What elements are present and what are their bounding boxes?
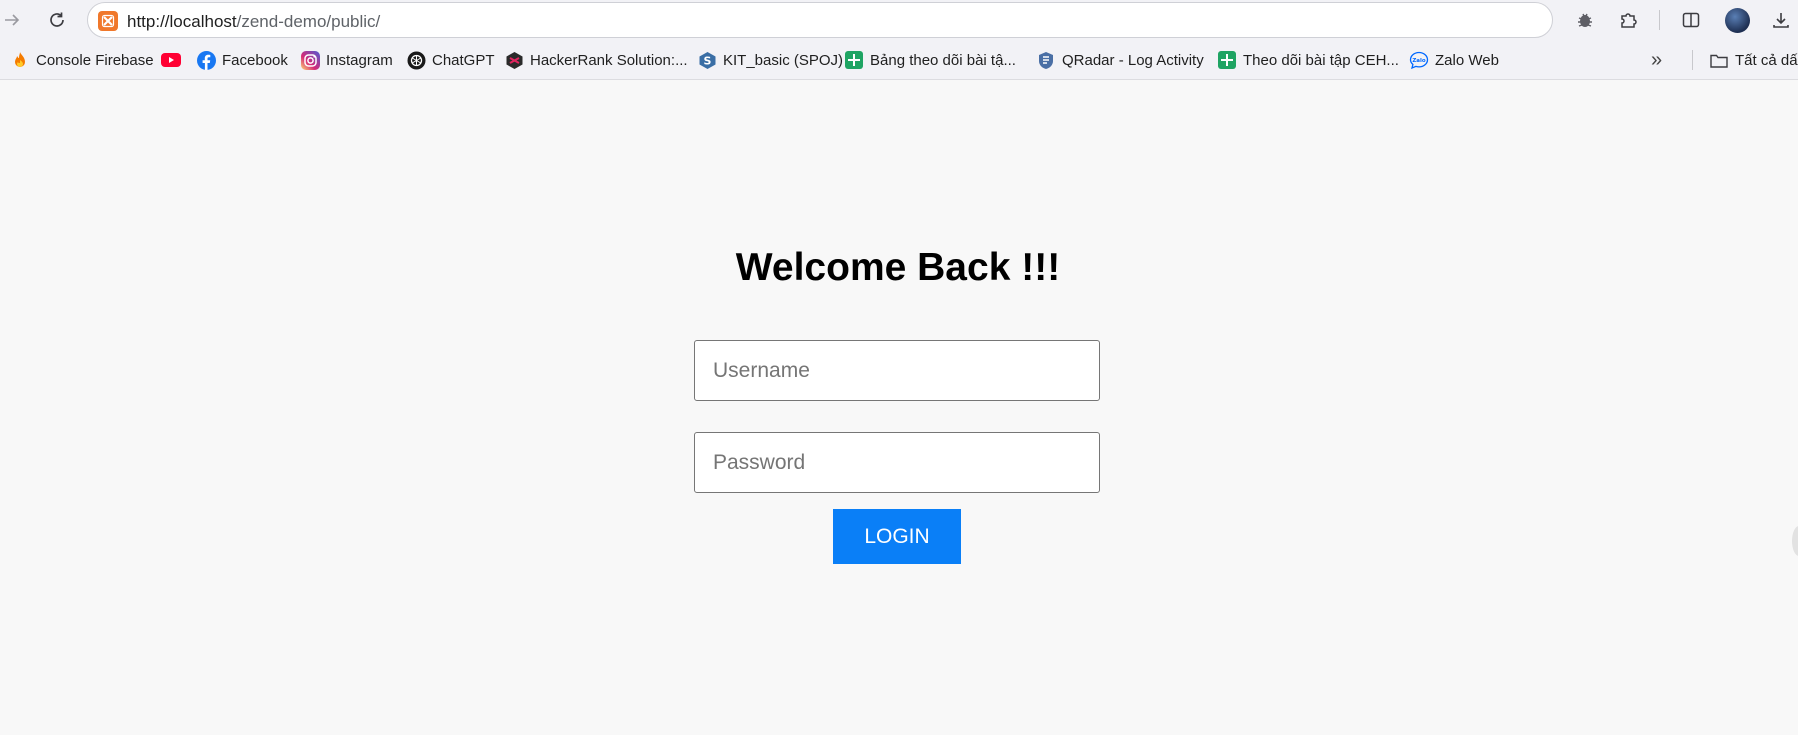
welcome-heading: Welcome Back !!! xyxy=(735,246,1061,289)
svg-text:S: S xyxy=(703,54,711,67)
bookmark-hackerrank[interactable]: HackerRank Solution:... xyxy=(504,49,688,71)
bookmark-instagram[interactable]: Instagram xyxy=(300,49,393,71)
bookmark-label: KIT_basic (SPOJ) xyxy=(723,51,844,69)
address-bar[interactable]: http://localhost/zend-demo/public/ xyxy=(87,2,1553,38)
facebook-icon xyxy=(196,50,216,70)
bookmark-label: Bảng theo dõi bài tậ... xyxy=(870,51,1016,69)
download-icon xyxy=(1773,13,1789,28)
reload-button[interactable] xyxy=(45,8,69,32)
zalo-icon-text: Zalo xyxy=(1412,58,1426,64)
bookmark-zalo-web[interactable]: Zalo Zalo Web xyxy=(1409,49,1499,71)
bookmark-label: HackerRank Solution:... xyxy=(530,51,688,69)
bookmark-chatgpt[interactable]: ChatGPT xyxy=(406,49,495,71)
zalo-icon: Zalo xyxy=(1409,50,1429,70)
google-sheets-icon xyxy=(844,50,864,70)
puzzle-icon xyxy=(1621,13,1637,28)
bookmarks-divider xyxy=(1692,50,1693,70)
split-view-button[interactable] xyxy=(1679,8,1703,32)
arrow-right-icon xyxy=(5,14,20,26)
bookmark-label: Instagram xyxy=(326,51,393,69)
bookmark-theo-doi-ceh[interactable]: Theo dõi bài tập CEH... xyxy=(1217,49,1399,71)
bookmark-youtube[interactable] xyxy=(161,49,187,71)
url-host: http://localhost xyxy=(127,12,237,31)
bookmark-spoj[interactable]: S KIT_basic (SPOJ) xyxy=(697,49,843,71)
bookmarks-bar: Console Firebase Facebook Instagram Chat… xyxy=(0,40,1798,80)
spoj-icon: S xyxy=(697,50,717,70)
xampp-icon xyxy=(98,11,118,31)
all-bookmarks-label: Tất cả dấu xyxy=(1735,51,1798,69)
url-path: /zend-demo/public/ xyxy=(236,12,381,31)
bug-extension-button[interactable] xyxy=(1573,8,1597,32)
bookmarks-overflow-button[interactable]: » xyxy=(1651,49,1662,71)
chevron-double-right-icon: » xyxy=(1651,48,1663,71)
bookmark-label: QRadar - Log Activity xyxy=(1062,51,1204,69)
google-sheets-icon xyxy=(1217,50,1237,70)
folder-icon xyxy=(1709,50,1729,70)
bookmark-qradar[interactable]: QRadar - Log Activity xyxy=(1036,49,1204,71)
bookmark-bang-theo-doi[interactable]: Bảng theo dõi bài tậ... xyxy=(844,49,1016,71)
firebase-icon xyxy=(10,50,30,70)
bookmark-label: ChatGPT xyxy=(432,51,495,69)
side-panel-handle[interactable] xyxy=(1792,526,1798,556)
password-input[interactable] xyxy=(694,432,1100,493)
bookmark-label: Facebook xyxy=(222,51,288,69)
forward-button[interactable] xyxy=(0,8,24,32)
chatgpt-icon xyxy=(406,50,426,70)
all-bookmarks-folder[interactable]: Tất cả dấu xyxy=(1709,49,1798,71)
page-content: Welcome Back !!! LOGIN xyxy=(0,81,1798,735)
bookmark-label: Console Firebase xyxy=(36,51,154,69)
downloads-button[interactable] xyxy=(1769,8,1793,32)
extensions-button[interactable] xyxy=(1616,8,1640,32)
qradar-icon xyxy=(1036,50,1056,70)
bookmark-label: Zalo Web xyxy=(1435,51,1499,69)
split-view-icon xyxy=(1682,12,1700,28)
youtube-icon xyxy=(161,50,181,70)
toolbar-divider xyxy=(1659,10,1660,30)
bookmark-console-firebase[interactable]: Console Firebase xyxy=(10,49,154,71)
bug-icon xyxy=(1578,13,1592,27)
hackerrank-icon xyxy=(504,50,524,70)
login-button[interactable]: LOGIN xyxy=(833,509,961,564)
instagram-icon xyxy=(300,50,320,70)
bookmark-facebook[interactable]: Facebook xyxy=(196,49,288,71)
browser-toolbar: http://localhost/zend-demo/public/ xyxy=(0,0,1798,40)
username-input[interactable] xyxy=(694,340,1100,401)
reload-icon xyxy=(50,12,64,27)
url-text: http://localhost/zend-demo/public/ xyxy=(127,12,380,32)
bookmark-label: Theo dõi bài tập CEH... xyxy=(1243,51,1399,69)
profile-avatar[interactable] xyxy=(1725,8,1750,33)
